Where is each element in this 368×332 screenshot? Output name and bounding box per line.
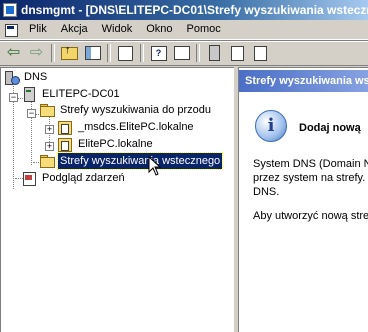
console-button[interactable] [170,42,193,64]
tree-item-label: ElitePC.lokalne [78,138,153,150]
back-button[interactable]: ⇦ [2,42,25,64]
zone-icon [57,120,73,135]
details-text-line: System DNS (Domain Na [253,158,368,170]
refresh-icon [118,45,133,61]
up-folder-icon [61,44,78,60]
app-icon[interactable] [3,3,17,17]
tree-item-label: ELITEPC-DC01 [42,88,120,100]
show-tree-button[interactable] [81,42,104,64]
tree-item-label: Podgląd zdarzeń [42,172,125,184]
tree-item-forward-zones[interactable]: Strefy wyszukiwania do przodu [39,102,213,118]
menu-pomoc[interactable]: Pomoc [180,21,228,38]
server-icon [209,45,220,61]
toolbar-separator [196,44,200,62]
folder-icon [39,154,55,168]
expand-toggle[interactable]: + [45,125,54,134]
toolbar-separator [107,44,111,62]
tree-item-label: _msdcs.ElitePC.lokalne [78,121,194,133]
menu-bar: Plik Akcja Widok Okno Pomoc [0,20,368,40]
tree-pane[interactable]: DNS − ELITEPC-DC01 − Strefy wyszukiwania… [0,67,234,332]
server-icon [21,87,37,102]
help-button[interactable]: ? [147,42,170,64]
menu-okno[interactable]: Okno [139,21,179,38]
tree-item-event-viewer[interactable]: Podgląd zdarzeń [21,170,127,186]
up-button[interactable] [58,42,81,64]
forward-button[interactable]: ⇨ [25,42,48,64]
toolbar-separator [140,44,144,62]
window-title: dnsmgmt - [DNS\ELITEPC-DC01\Strefy wyszu… [21,3,368,17]
details-title: Dodaj nową [299,122,361,134]
tree-item-label: Strefy wyszukiwania do przodu [60,104,212,116]
tree-item-label: Strefy wyszukiwania wstecznego [56,152,224,170]
tree-item-label: DNS [24,71,48,83]
back-icon: ⇦ [6,44,21,61]
menu-akcja[interactable]: Akcja [54,21,95,38]
refresh-button[interactable] [114,42,137,64]
server-button[interactable] [203,42,226,64]
zone-icon [57,137,73,152]
list-button[interactable] [249,42,272,64]
dns-icon [3,70,20,85]
info-icon: i [255,110,287,142]
tree-item-zone-msdcs[interactable]: _msdcs.ElitePC.lokalne [57,119,196,135]
event-viewer-icon [21,171,37,186]
details-header: Strefy wyszukiwania wstecznego [239,70,368,92]
list-icon [254,45,267,61]
details-pane: Strefy wyszukiwania wstecznego i Dodaj n… [238,67,368,332]
details-text-line: DNS. [253,186,280,198]
mdi-window-icon[interactable] [4,23,18,37]
tree-item-reverse-zones[interactable]: Strefy wyszukiwania wstecznego [39,152,224,170]
menu-plik[interactable]: Plik [22,21,54,38]
toolbar-separator [51,44,55,62]
collapse-toggle[interactable]: − [9,93,18,102]
tree-item-dns[interactable]: DNS [3,69,49,85]
tree-item-server[interactable]: ELITEPC-DC01 [21,86,122,102]
properties-button[interactable] [226,42,249,64]
collapse-toggle[interactable]: − [27,109,36,118]
toolbar: ⇦ ⇨ ? [0,40,368,66]
properties-icon [231,45,244,61]
forward-icon: ⇨ [29,44,44,61]
expand-toggle[interactable]: + [45,142,54,151]
menu-widok[interactable]: Widok [95,21,140,38]
tree-item-zone-elitepc[interactable]: ElitePC.lokalne [57,136,155,152]
show-tree-icon [84,46,101,60]
details-text-line: Aby utworzyć nową stre [253,210,368,222]
details-text-line: przez system na strefy. [253,172,366,184]
console-icon [173,46,190,60]
folder-icon [39,103,55,117]
help-icon: ? [150,45,167,61]
title-bar[interactable]: dnsmgmt - [DNS\ELITEPC-DC01\Strefy wyszu… [0,0,368,20]
mouse-cursor-icon [148,156,162,176]
